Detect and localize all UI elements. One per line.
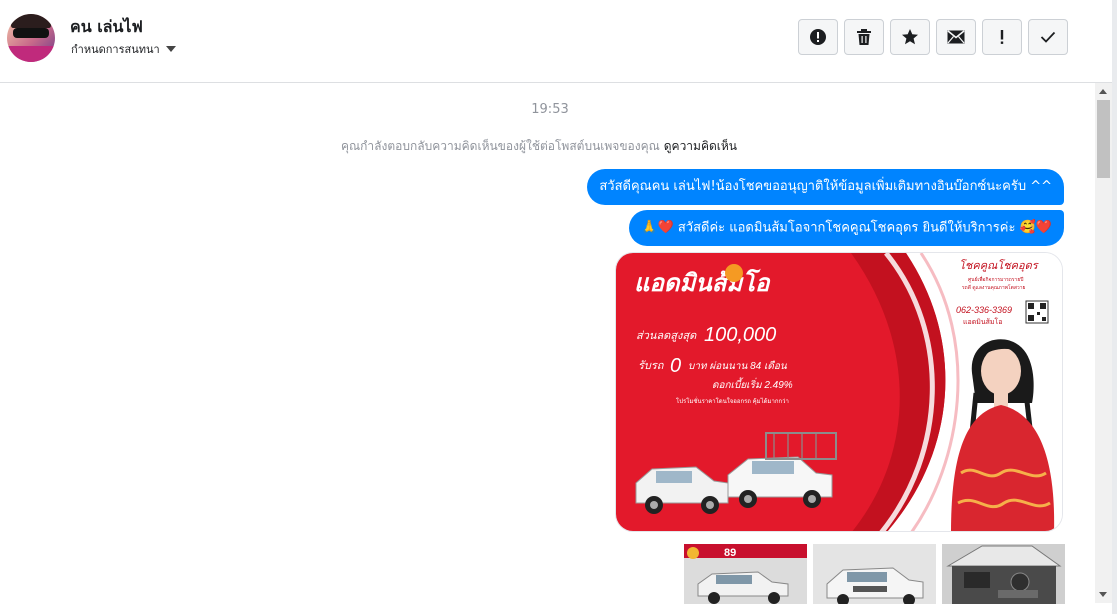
promo-phone: 062-336-3369 — [956, 305, 1012, 315]
star-button[interactable] — [890, 19, 930, 55]
message-timestamp: 19:53 — [531, 102, 569, 117]
orange-logo-icon — [725, 264, 743, 282]
follow-up-button[interactable] — [982, 19, 1022, 55]
conversation-scrollbar[interactable] — [1095, 83, 1112, 603]
mark-unread-button[interactable] — [936, 19, 976, 55]
photo-thumbnail[interactable] — [942, 544, 1065, 604]
mail-icon — [947, 30, 965, 44]
thumbnail-badge: 89 — [724, 547, 736, 559]
window-edge — [1112, 0, 1117, 614]
trash-icon — [857, 29, 871, 45]
scroll-down-icon[interactable] — [1099, 592, 1107, 597]
avatar-glasses — [13, 28, 49, 38]
star-icon — [902, 29, 918, 45]
avatar-shirt — [7, 46, 55, 62]
alert-icon — [810, 29, 826, 45]
message-bubble[interactable]: 🙏❤️ สวัสดีค่ะ แอดมินส้มโอจากโชคคูณโชคอุด… — [629, 210, 1064, 246]
promo-tagline-2: รถดี ดูแลงานคุณภาพโตสวาย — [962, 284, 1026, 291]
promo-fine-print: โปรโมชั่นราคาโดนใจออกรถ คุ้มได้มากกว่า — [676, 397, 789, 405]
conversation-header: คน เล่นไฟ กำหนดการสนทนา — [0, 0, 1112, 83]
exclamation-icon — [1000, 30, 1004, 44]
avatar-hair — [11, 14, 51, 28]
assign-label: กำหนดการสนทนา — [71, 43, 160, 56]
notice-text: คุณกำลังตอบกลับความคิดเห็นของผู้ใช้ต่อโพ… — [341, 139, 660, 153]
promo-discount-value: 100,000 — [704, 324, 776, 346]
smile-heart-emoji-icon: 🥰❤️ — [1019, 220, 1052, 235]
view-comment-link[interactable]: ดูความคิดเห็น — [664, 139, 737, 153]
message-bubble[interactable]: สวัสดีคุณคน เล่นไฟ!น้องโชคขออนุญาติให้ข้… — [587, 169, 1064, 205]
promo-down-text: รับรถ — [638, 360, 665, 372]
promo-brand: โชคคูณโชคอุดร — [959, 259, 1040, 272]
comment-reply-notice: คุณกำลังตอบกลับความคิดเห็นของผู้ใช้ต่อโพ… — [0, 137, 1078, 156]
check-icon — [1040, 31, 1056, 43]
promo-tagline-1: ศูนย์เพื่อกิจการมารถรายปี — [968, 276, 1023, 283]
promo-image: แอดมินส้มโอ ส่วนลดสูงสุด 100,000 รับรถ 0… — [616, 253, 1062, 531]
caret-down-icon — [165, 46, 176, 52]
conversation-toolbar — [798, 19, 1068, 55]
promo-title: แอดมินส้มโอ — [634, 268, 771, 297]
promo-image-attachment[interactable]: แอดมินส้มโอ ส่วนลดสูงสุด 100,000 รับรถ 0… — [615, 252, 1063, 532]
mark-done-button[interactable] — [1028, 19, 1068, 55]
photo-thumbnail[interactable] — [813, 544, 936, 604]
pray-heart-emoji-icon: 🙏❤️ — [641, 220, 674, 235]
delete-button[interactable] — [844, 19, 884, 55]
promo-down-value: 0 — [670, 355, 681, 377]
message-text: สวัสดีคุณคน เล่นไฟ!น้องโชคขออนุญาติให้ข้… — [599, 179, 1052, 194]
message-text: สวัสดีค่ะ แอดมินส้มโอจากโชคคูณโชคอุดร ยิ… — [677, 220, 1016, 236]
report-spam-button[interactable] — [798, 19, 838, 55]
contact-name[interactable]: คน เล่นไฟ — [70, 15, 143, 40]
promo-rate: ดอกเบี้ยเริ่ม 2.49% — [712, 377, 793, 391]
promo-down-unit: บาท ผ่อนนาน 84 เดือน — [688, 360, 788, 372]
photo-thumbnails: 89 — [684, 544, 1065, 604]
promo-contact: แอดมินส้มโอ — [963, 317, 1003, 326]
photo-thumbnail[interactable]: 89 — [684, 544, 807, 604]
scroll-up-icon[interactable] — [1099, 89, 1107, 94]
assign-conversation-dropdown[interactable]: กำหนดการสนทนา — [71, 40, 176, 58]
promo-discount-label: ส่วนลดสูงสุด — [636, 330, 697, 342]
contact-avatar[interactable] — [7, 14, 55, 62]
